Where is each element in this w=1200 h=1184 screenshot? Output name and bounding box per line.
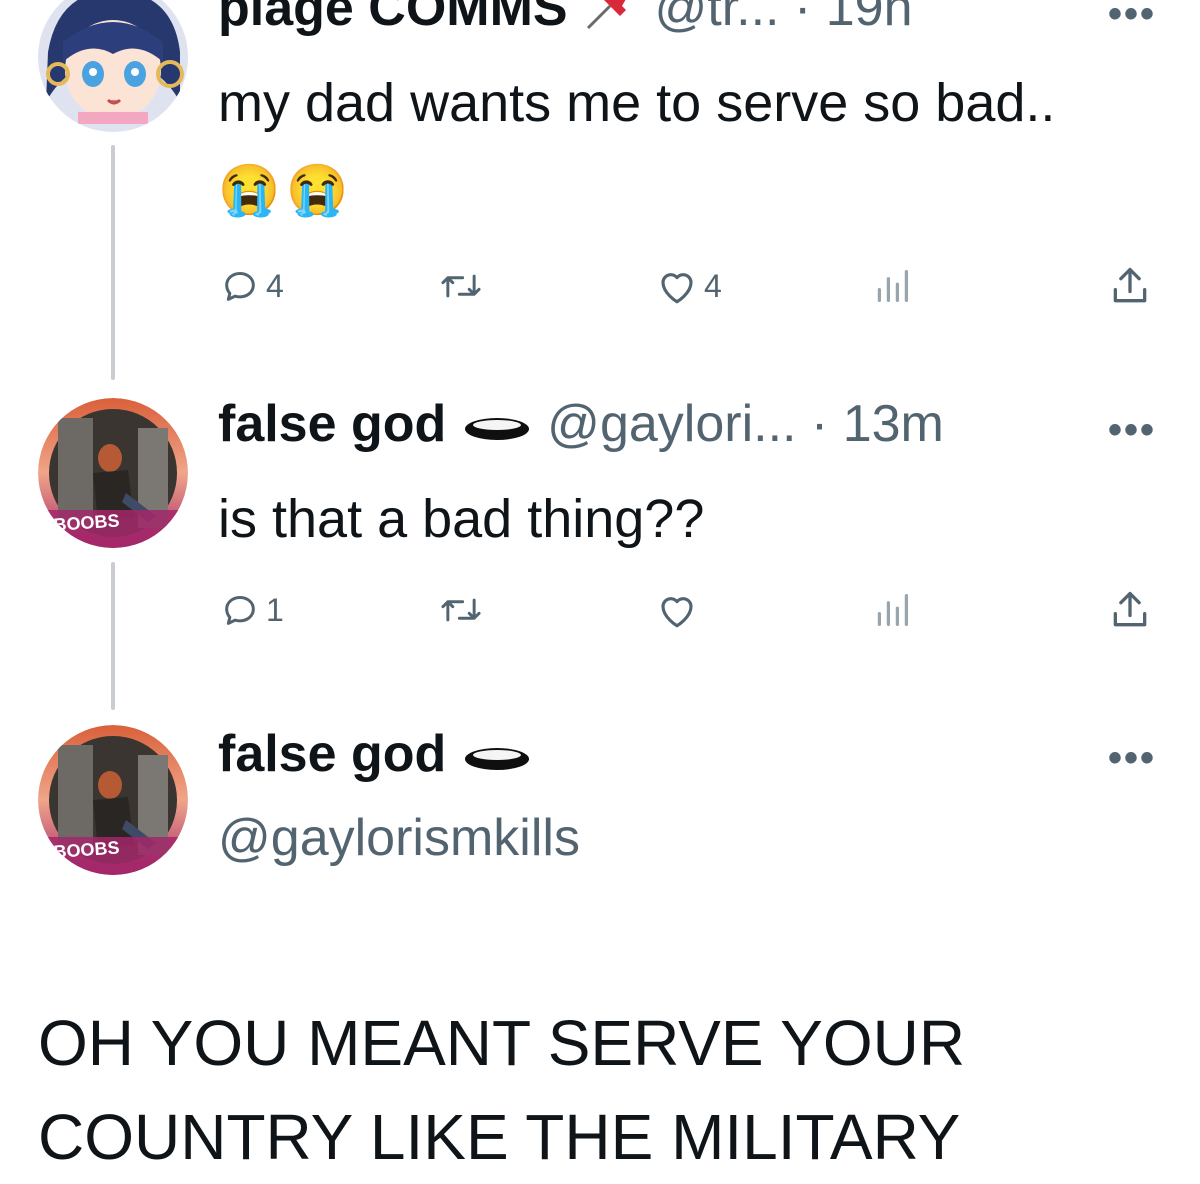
- reply-count: 4: [266, 267, 284, 304]
- timestamp[interactable]: 13m: [843, 395, 944, 453]
- more-icon[interactable]: •••: [1108, 0, 1156, 34]
- repost-button[interactable]: [438, 590, 490, 630]
- photo-avatar-image: BOOBS: [38, 725, 188, 875]
- share-icon: [1113, 267, 1147, 303]
- tweet-header: piage COMMS @tr... · 19h: [218, 0, 913, 41]
- avatar[interactable]: [38, 0, 188, 132]
- tweet-body: is that a bad thing??: [218, 489, 705, 549]
- hole-emoji-icon: [461, 401, 533, 453]
- avatar[interactable]: BOOBS: [38, 398, 188, 548]
- thread-line: [111, 562, 115, 710]
- more-icon[interactable]: •••: [1108, 410, 1156, 450]
- thread-line: [111, 145, 115, 380]
- user-handle[interactable]: @gaylorismkills: [218, 809, 580, 867]
- caption-line-2: COUNTRY LIKE THE MILITARY: [38, 1101, 961, 1173]
- reply-button[interactable]: 1: [220, 590, 284, 630]
- user-handle[interactable]: @tr...: [654, 0, 779, 37]
- photo-avatar-image: BOOBS: [38, 398, 188, 548]
- display-name[interactable]: piage COMMS: [218, 0, 568, 37]
- reply-button[interactable]: 4: [220, 266, 284, 306]
- heart-icon: [661, 597, 693, 628]
- repost-button[interactable]: [438, 266, 490, 306]
- anime-avatar-image: [38, 0, 188, 132]
- display-name[interactable]: false god: [218, 725, 446, 783]
- composer-name: false god: [218, 728, 533, 783]
- pushpin-icon: [582, 0, 640, 41]
- display-name[interactable]: false god: [218, 395, 446, 453]
- views-icon: [877, 593, 909, 627]
- share-button[interactable]: [1108, 588, 1152, 632]
- reply-icon: [225, 272, 255, 301]
- crying-emoji-icon: 😭😭: [218, 162, 355, 218]
- share-icon: [1113, 591, 1147, 627]
- tweet-text: is that a bad thing??: [218, 476, 1118, 562]
- timestamp[interactable]: 19h: [826, 0, 913, 37]
- more-icon[interactable]: •••: [1108, 738, 1156, 778]
- reply-count: 1: [266, 591, 284, 628]
- tweet-body: my dad wants me to serve so bad..: [218, 73, 1056, 133]
- repost-icon: [441, 598, 481, 622]
- like-button[interactable]: 4: [656, 266, 722, 306]
- hole-emoji-icon: [461, 731, 533, 783]
- like-count: 4: [704, 267, 722, 304]
- caption-line-1: OH YOU MEANT SERVE YOUR: [38, 1007, 966, 1079]
- like-button[interactable]: [656, 590, 704, 630]
- reply-icon: [225, 596, 255, 625]
- meme-caption: OH YOU MEANT SERVE YOUR COUNTRY LIKE THE…: [38, 996, 1178, 1184]
- heart-icon: [661, 273, 693, 304]
- tweet-header: false god @gaylori... · 13m: [218, 398, 944, 453]
- avatar[interactable]: BOOBS: [38, 725, 188, 875]
- user-handle[interactable]: @gaylori...: [547, 395, 796, 453]
- views-button[interactable]: [874, 266, 910, 306]
- separator: ·: [796, 395, 843, 453]
- tweet-text: my dad wants me to serve so bad.. 😭😭: [218, 60, 1118, 233]
- views-icon: [877, 269, 909, 303]
- repost-icon: [441, 274, 481, 298]
- views-button[interactable]: [874, 590, 910, 630]
- separator: ·: [779, 0, 826, 38]
- composer-handle-line: @gaylorismkills: [218, 812, 580, 864]
- share-button[interactable]: [1108, 264, 1152, 308]
